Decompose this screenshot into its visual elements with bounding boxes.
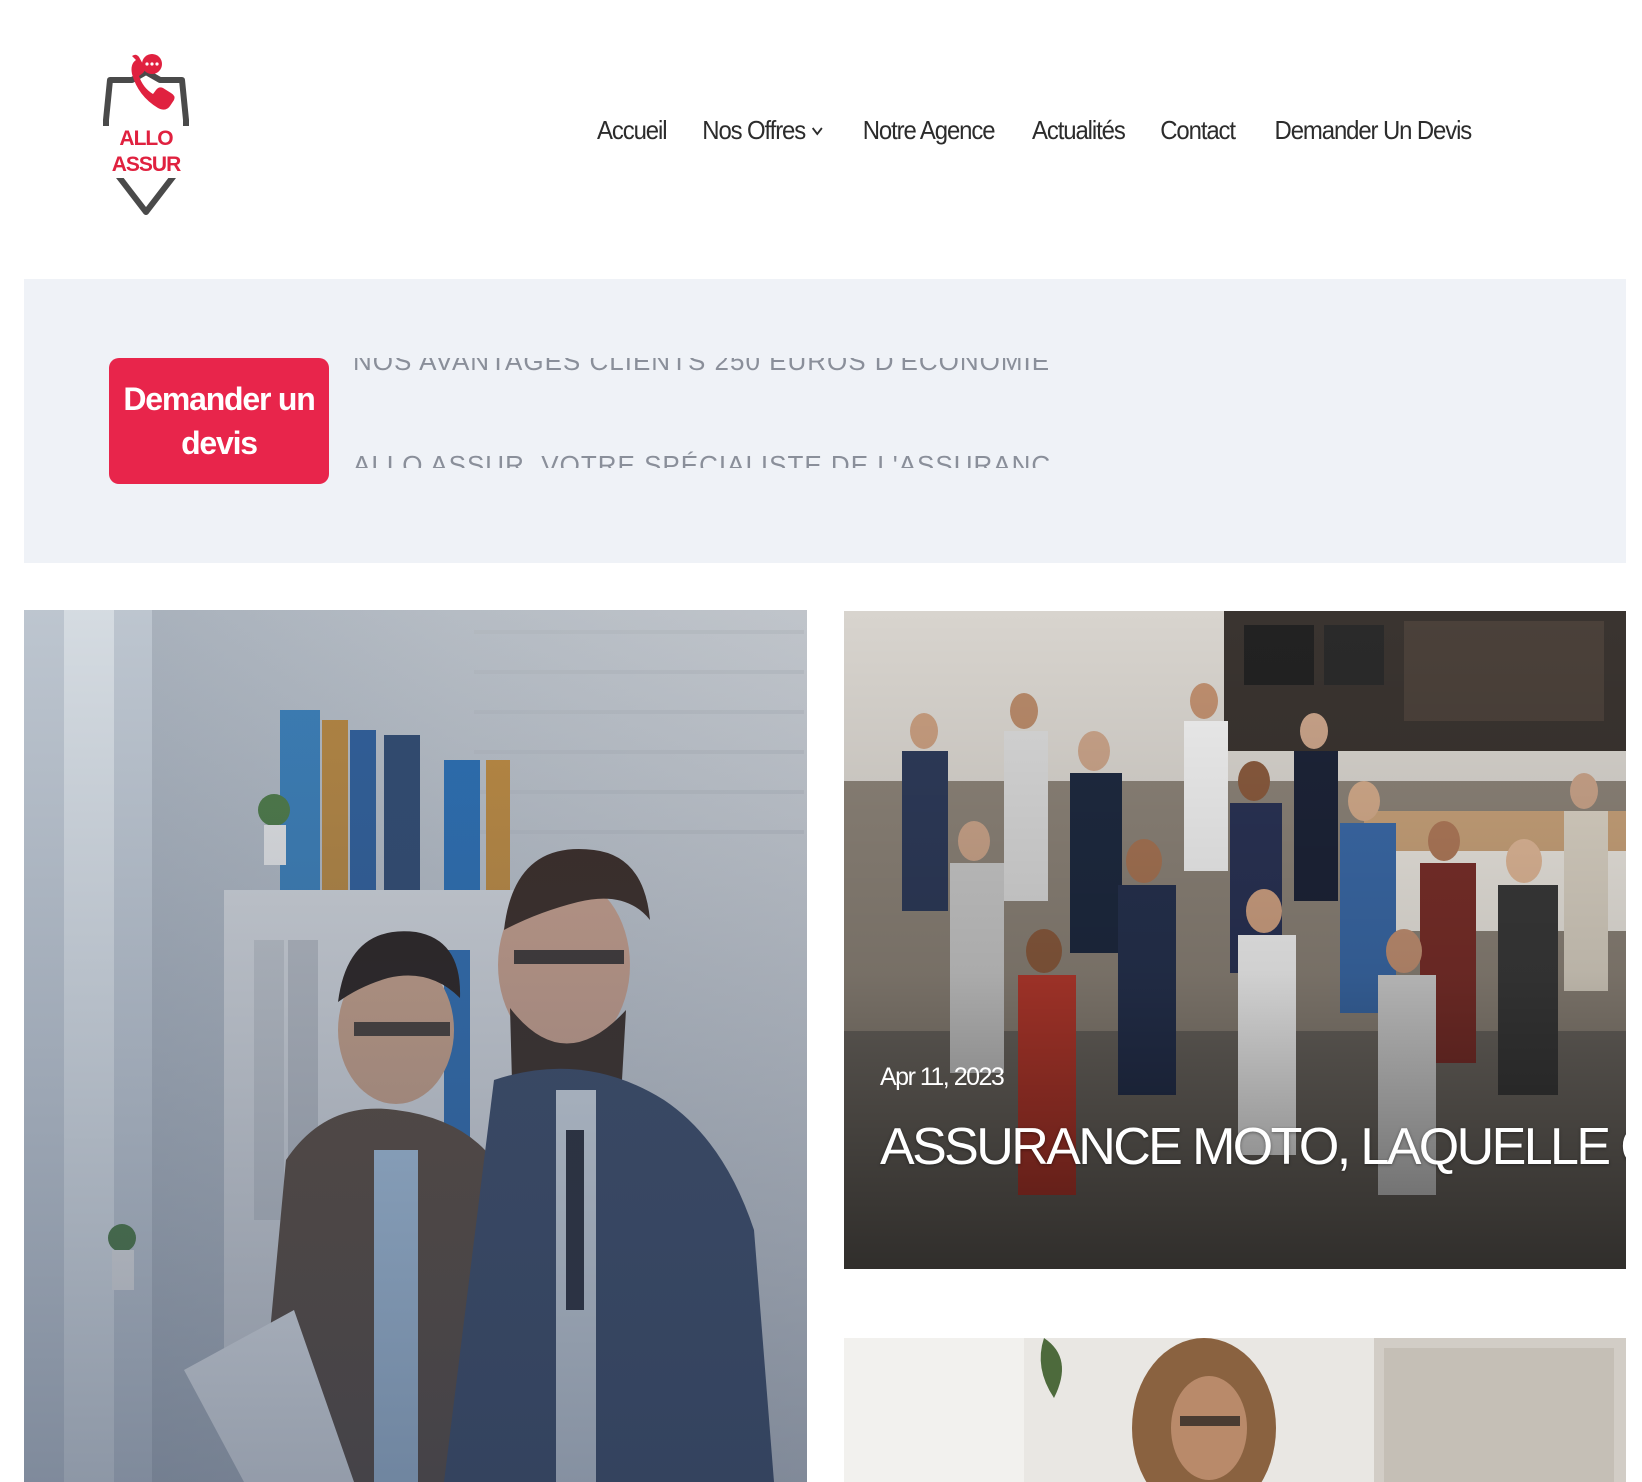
post-date: Apr 11, 2023 — [880, 1063, 1005, 1091]
nav-item-notre-agence[interactable]: Notre Agence — [862, 115, 996, 146]
ticker-line: Allo Assur, votre spécialiste de l'assur… — [353, 450, 1053, 468]
nav-label: Accueil — [597, 115, 667, 145]
nav-item-demander-devis[interactable]: Demander Un Devis — [1274, 115, 1473, 146]
logo-wordmark: ALLO ASSUR — [96, 126, 196, 178]
nav-label: Nos Offres — [702, 115, 807, 145]
nav-label: Demander Un Devis — [1274, 115, 1473, 145]
advantages-ticker: Nos avantages clients 250 euros d'économ… — [353, 358, 1053, 468]
site-logo[interactable]: ALLO ASSUR — [96, 50, 196, 220]
office-meeting-photo-icon — [24, 610, 807, 1482]
nav-item-nos-offres[interactable]: Nos Offres — [703, 115, 824, 146]
post-card[interactable] — [844, 1338, 1626, 1482]
nav-item-accueil[interactable]: Accueil — [597, 115, 667, 146]
request-quote-button[interactable]: Demander un devis — [109, 358, 329, 484]
chevron-down-icon — [812, 126, 823, 136]
post-card[interactable] — [24, 610, 807, 1482]
ticker-line: Nos avantages clients 250 euros d'économ… — [353, 358, 1053, 376]
nav-label: Actualités — [1032, 115, 1126, 145]
nav-item-contact[interactable]: Contact — [1160, 115, 1236, 146]
site-header: ALLO ASSUR Accueil Nos Offres Notre Agen… — [0, 0, 1642, 270]
post-card[interactable]: Apr 11, 2023 ASSURANCE MOTO, LAQUELLE CH… — [844, 611, 1626, 1269]
nav-label: Notre Agence — [862, 115, 996, 145]
woman-laptop-photo-icon — [844, 1338, 1626, 1482]
nav-item-actualites[interactable]: Actualités — [1032, 115, 1126, 146]
nav-label: Contact — [1160, 115, 1236, 145]
main-nav: Accueil Nos Offres Notre Agence Actualit… — [594, 115, 1480, 146]
post-title[interactable]: ASSURANCE MOTO, LAQUELLE CHOISIR ? — [880, 1117, 1626, 1177]
